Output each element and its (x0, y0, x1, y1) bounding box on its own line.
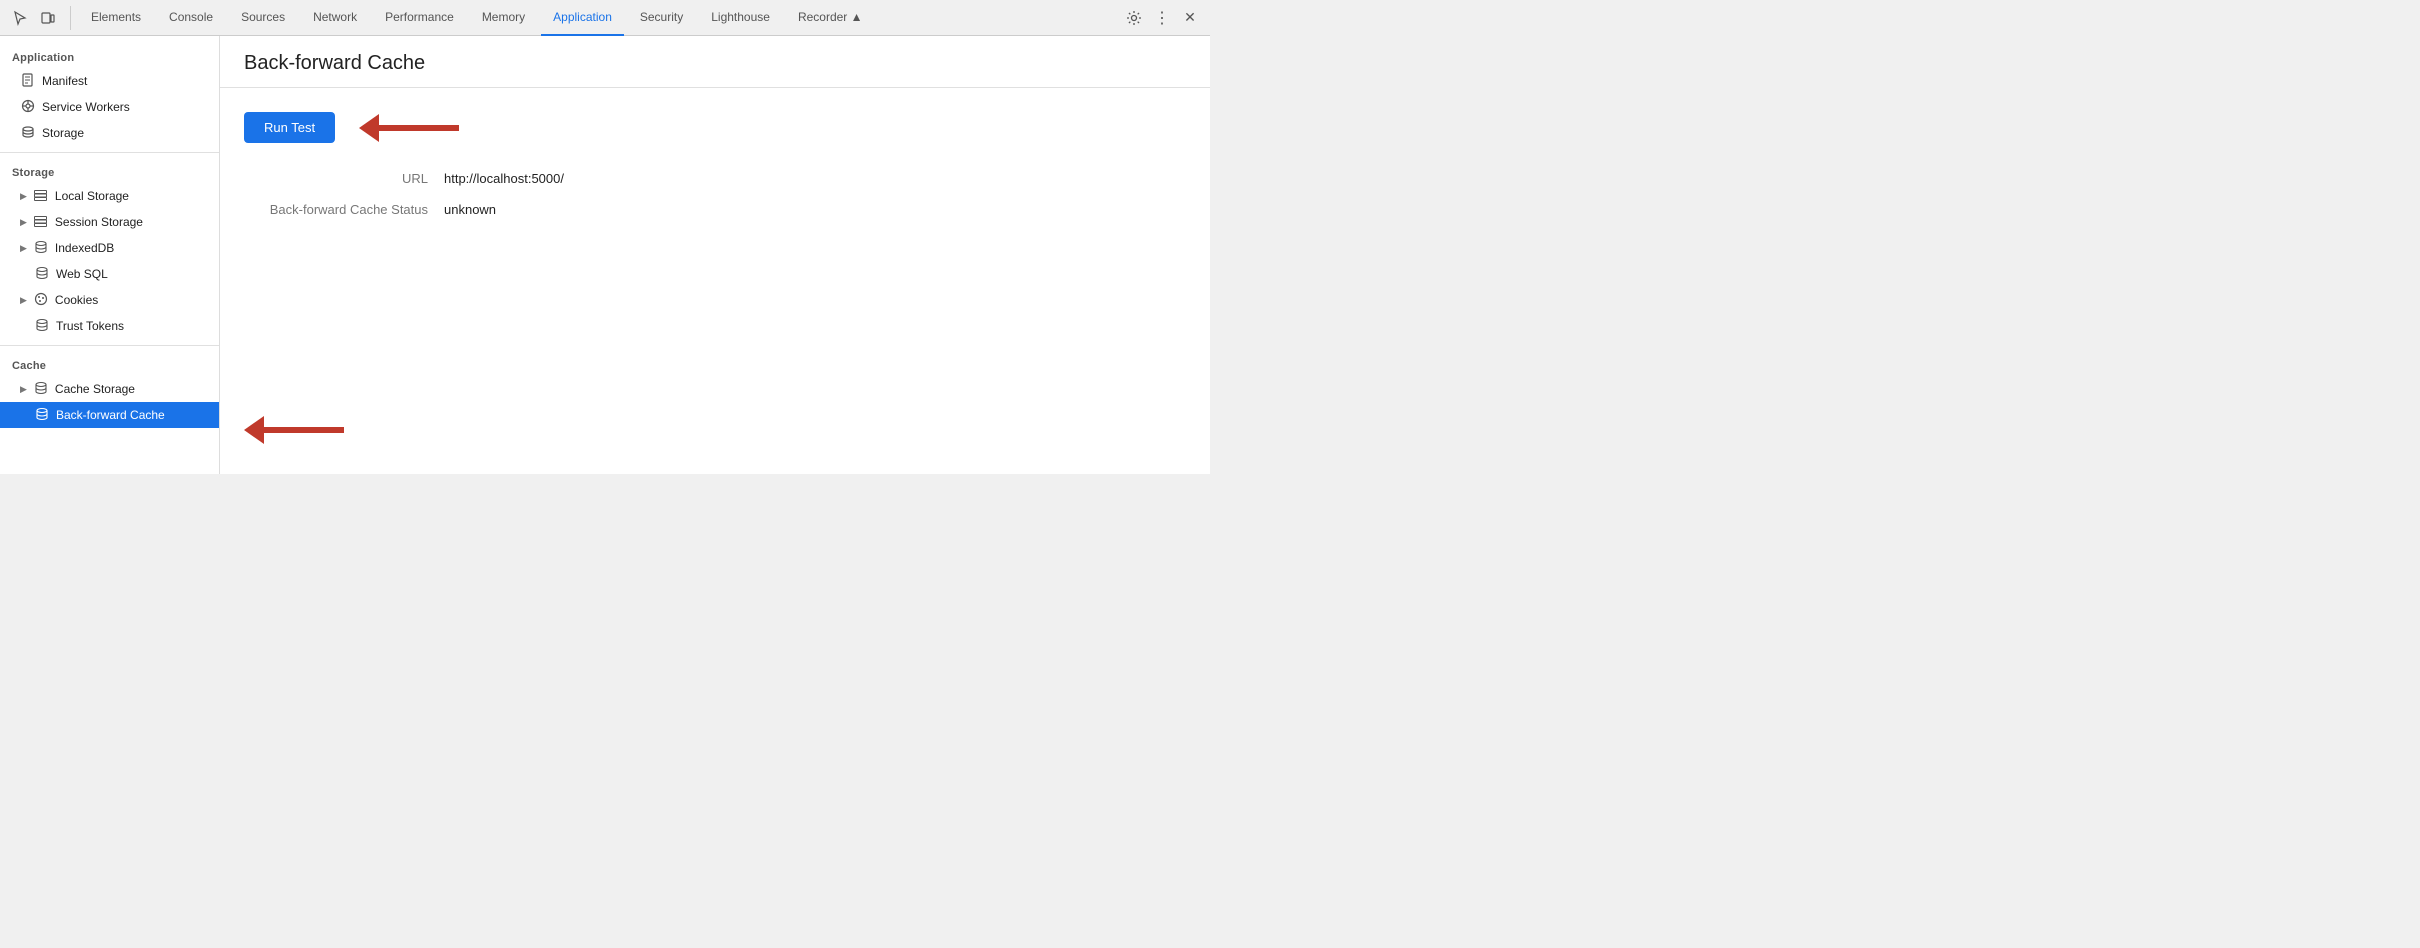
run-test-button[interactable]: Run Test (244, 112, 335, 143)
indexeddb-chevron: ▶ (20, 243, 27, 254)
divider-2 (0, 345, 219, 346)
sidebar: Application Manifest (0, 36, 220, 474)
bfcache-icon (34, 407, 50, 424)
bottom-arrow-row (244, 416, 344, 444)
trust-tokens-icon (34, 318, 50, 335)
arrow-head-icon (359, 114, 379, 142)
cache-status-row: Back-forward Cache Status unknown (244, 202, 1186, 217)
bottom-red-arrow (244, 416, 344, 444)
tab-security[interactable]: Security (628, 0, 695, 36)
session-storage-label: Session Storage (55, 215, 143, 229)
cookies-chevron: ▶ (20, 295, 27, 306)
local-storage-label: Local Storage (55, 189, 129, 203)
manifest-label: Manifest (42, 74, 87, 88)
cache-status-label: Back-forward Cache Status (244, 202, 444, 217)
tab-performance[interactable]: Performance (373, 0, 466, 36)
toolbar-right: ⋮ ✕ (1122, 6, 1202, 30)
cache-storage-icon (33, 381, 49, 398)
toolbar-left-icons (8, 6, 71, 30)
cookies-label: Cookies (55, 293, 98, 307)
trust-tokens-label: Trust Tokens (56, 319, 124, 333)
sidebar-item-storage[interactable]: Storage (0, 120, 219, 146)
toolbar: Elements Console Sources Network Perform… (0, 0, 1210, 36)
local-storage-chevron: ▶ (20, 191, 27, 202)
content-body: Run Test URL http://localhost:5000/ Back… (220, 88, 1210, 257)
session-storage-chevron: ▶ (20, 217, 27, 228)
manifest-icon (20, 73, 36, 90)
cache-status-value: unknown (444, 202, 496, 217)
page-title: Back-forward Cache (244, 52, 1186, 75)
tab-memory[interactable]: Memory (470, 0, 537, 36)
storage-icon (20, 125, 36, 142)
service-workers-icon (20, 99, 36, 116)
sidebar-item-cookies[interactable]: ▶ Cookies (0, 287, 219, 313)
bottom-arrow-shaft (264, 427, 344, 433)
sidebar-item-session-storage[interactable]: ▶ Session Storage (0, 209, 219, 235)
arrow-shaft (379, 125, 459, 131)
url-row: URL http://localhost:5000/ (244, 171, 1186, 186)
tab-console[interactable]: Console (157, 0, 225, 36)
sidebar-item-cache-storage[interactable]: ▶ Cache Storage (0, 376, 219, 402)
divider-1 (0, 152, 219, 153)
sidebar-item-local-storage[interactable]: ▶ Local Storage (0, 183, 219, 209)
indexeddb-icon (33, 240, 49, 257)
cache-storage-label: Cache Storage (55, 382, 135, 396)
content: Back-forward Cache Run Test URL http://l… (220, 36, 1210, 474)
sidebar-item-bfcache[interactable]: Back-forward Cache (0, 402, 219, 428)
tab-lighthouse[interactable]: Lighthouse (699, 0, 782, 36)
sidebar-item-web-sql[interactable]: Web SQL (0, 261, 219, 287)
service-workers-label: Service Workers (42, 100, 130, 114)
tab-elements[interactable]: Elements (79, 0, 153, 36)
sidebar-item-indexeddb[interactable]: ▶ IndexedDB (0, 235, 219, 261)
run-test-arrow (359, 114, 459, 142)
web-sql-label: Web SQL (56, 267, 108, 281)
local-storage-icon (33, 189, 49, 204)
url-label: URL (244, 171, 444, 186)
tab-recorder[interactable]: Recorder ▲ (786, 0, 875, 36)
application-section-label: Application (0, 44, 219, 68)
bottom-arrow-head-icon (244, 416, 264, 444)
sidebar-item-service-workers[interactable]: Service Workers (0, 94, 219, 120)
cache-storage-chevron: ▶ (20, 384, 27, 395)
storage-section-label: Storage (0, 159, 219, 183)
sidebar-item-trust-tokens[interactable]: Trust Tokens (0, 313, 219, 339)
cache-section-label: Cache (0, 352, 219, 376)
bfcache-label: Back-forward Cache (56, 408, 165, 422)
cookies-icon (33, 292, 49, 309)
content-area: Back-forward Cache Run Test URL http://l… (220, 36, 1210, 474)
url-value: http://localhost:5000/ (444, 171, 564, 186)
storage-label: Storage (42, 126, 84, 140)
main-layout: Application Manifest (0, 36, 1210, 474)
cursor-icon[interactable] (8, 6, 32, 30)
web-sql-icon (34, 266, 50, 283)
run-test-row: Run Test (244, 112, 1186, 143)
close-icon[interactable]: ✕ (1178, 6, 1202, 30)
tab-network[interactable]: Network (301, 0, 369, 36)
indexeddb-label: IndexedDB (55, 241, 114, 255)
tab-sources[interactable]: Sources (229, 0, 297, 36)
more-icon[interactable]: ⋮ (1150, 6, 1174, 30)
settings-icon[interactable] (1122, 6, 1146, 30)
content-header: Back-forward Cache (220, 36, 1210, 88)
tab-application[interactable]: Application (541, 0, 624, 36)
session-storage-icon (33, 215, 49, 230)
sidebar-item-manifest[interactable]: Manifest (0, 68, 219, 94)
device-icon[interactable] (36, 6, 60, 30)
